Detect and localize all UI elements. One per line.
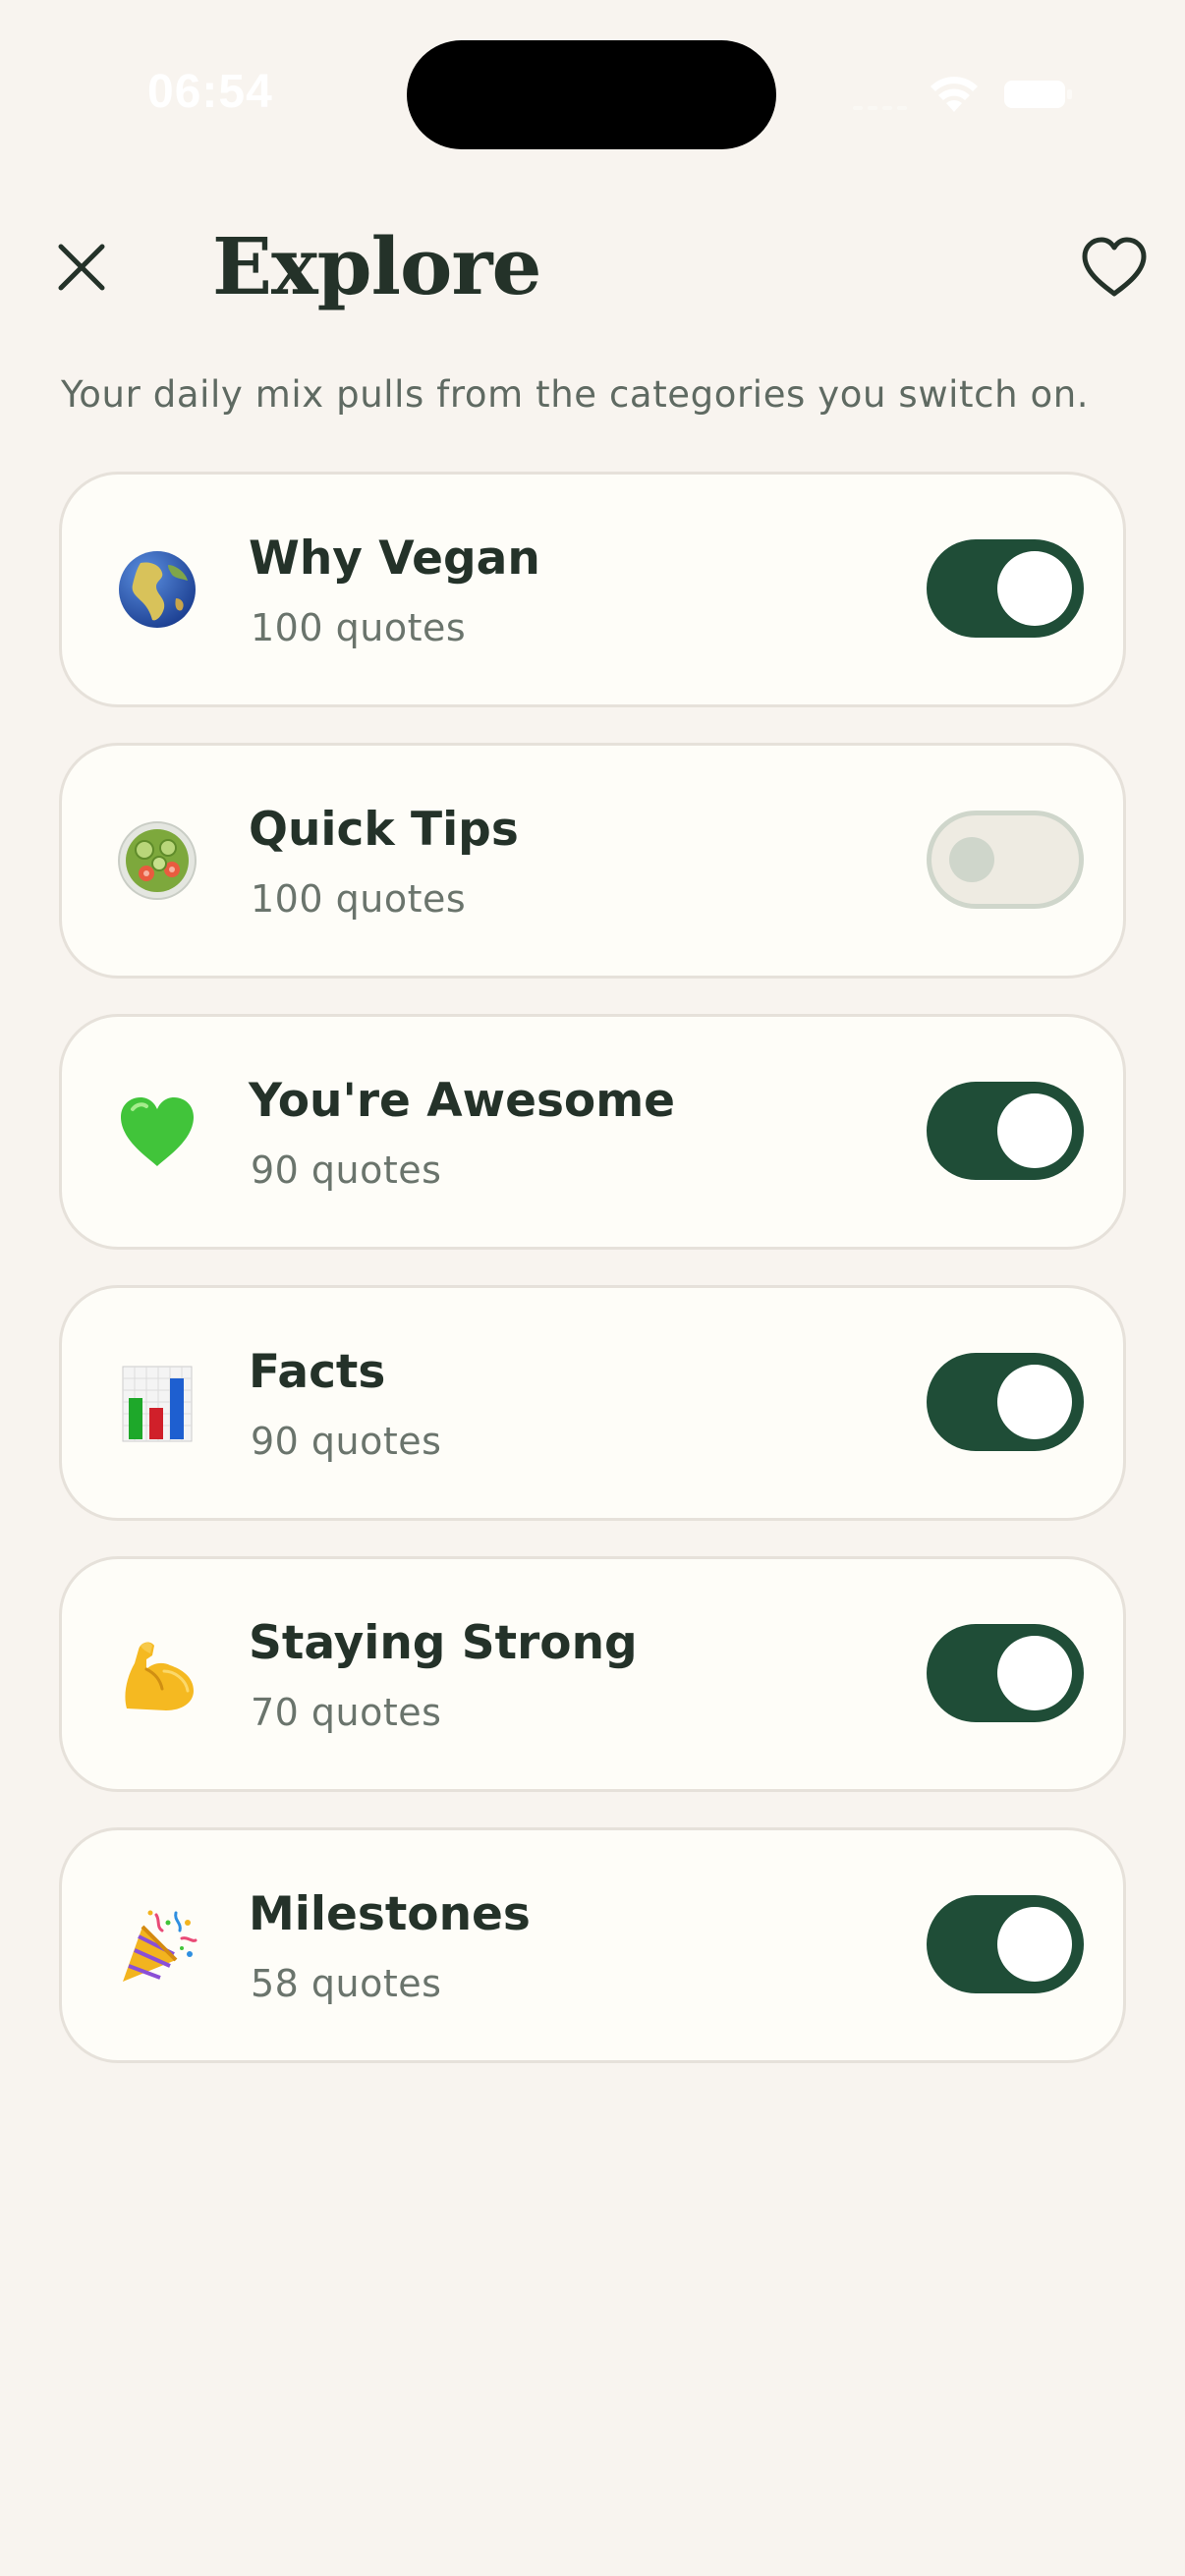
category-card-why-vegan[interactable]: Why Vegan 100 quotes (59, 472, 1126, 707)
toggle-facts[interactable] (927, 1353, 1084, 1451)
battery-icon (1004, 79, 1073, 110)
category-list: Why Vegan 100 quotes Quick Tips 100 quot… (59, 472, 1126, 2099)
category-count: 90 quotes (251, 1148, 442, 1192)
category-count: 70 quotes (251, 1691, 442, 1734)
category-name: Staying Strong (249, 1616, 638, 1670)
category-card-youre-awesome[interactable]: You're Awesome 90 quotes (59, 1014, 1126, 1250)
toggle-quick-tips[interactable] (927, 811, 1084, 909)
toggle-knob (997, 551, 1072, 626)
toggle-knob (949, 837, 994, 882)
cellular-signal-icon (853, 100, 908, 110)
category-card-facts[interactable]: Facts 90 quotes (59, 1285, 1126, 1521)
category-card-staying-strong[interactable]: Staying Strong 70 quotes (59, 1556, 1126, 1792)
toggle-knob (997, 1365, 1072, 1439)
status-bar: 06:54 (0, 0, 1185, 187)
category-count: 58 quotes (251, 1962, 442, 2005)
party-popper-icon (117, 1905, 198, 1986)
category-name: Quick Tips (249, 803, 519, 857)
toggle-staying-strong[interactable] (927, 1624, 1084, 1722)
green-heart-icon (117, 1092, 198, 1172)
favorites-button[interactable] (1079, 233, 1150, 304)
flexed-biceps-icon (117, 1634, 198, 1714)
category-card-quick-tips[interactable]: Quick Tips 100 quotes (59, 743, 1126, 979)
page-title: Explore (212, 220, 541, 312)
toggle-knob (997, 1907, 1072, 1982)
close-icon (58, 244, 105, 291)
toggle-milestones[interactable] (927, 1895, 1084, 1993)
toggle-knob (997, 1093, 1072, 1168)
explore-description: Your daily mix pulls from the categories… (61, 373, 1090, 416)
status-time: 06:54 (147, 66, 273, 118)
category-name: You're Awesome (249, 1074, 676, 1128)
globe-icon (117, 549, 198, 630)
salad-icon (117, 820, 198, 901)
header: Explore (0, 211, 1185, 321)
bar-chart-icon (117, 1363, 198, 1443)
category-name: Why Vegan (249, 532, 540, 586)
dynamic-island (407, 40, 776, 149)
category-count: 90 quotes (251, 1420, 442, 1463)
category-count: 100 quotes (251, 606, 467, 649)
toggle-knob (997, 1636, 1072, 1710)
close-button[interactable] (51, 237, 112, 298)
toggle-why-vegan[interactable] (927, 539, 1084, 638)
category-name: Milestones (249, 1887, 531, 1941)
category-count: 100 quotes (251, 877, 467, 921)
category-name: Facts (249, 1345, 386, 1399)
heart-icon (1082, 237, 1147, 297)
toggle-youre-awesome[interactable] (927, 1082, 1084, 1180)
category-card-milestones[interactable]: Milestones 58 quotes (59, 1827, 1126, 2063)
wifi-icon (929, 75, 980, 114)
